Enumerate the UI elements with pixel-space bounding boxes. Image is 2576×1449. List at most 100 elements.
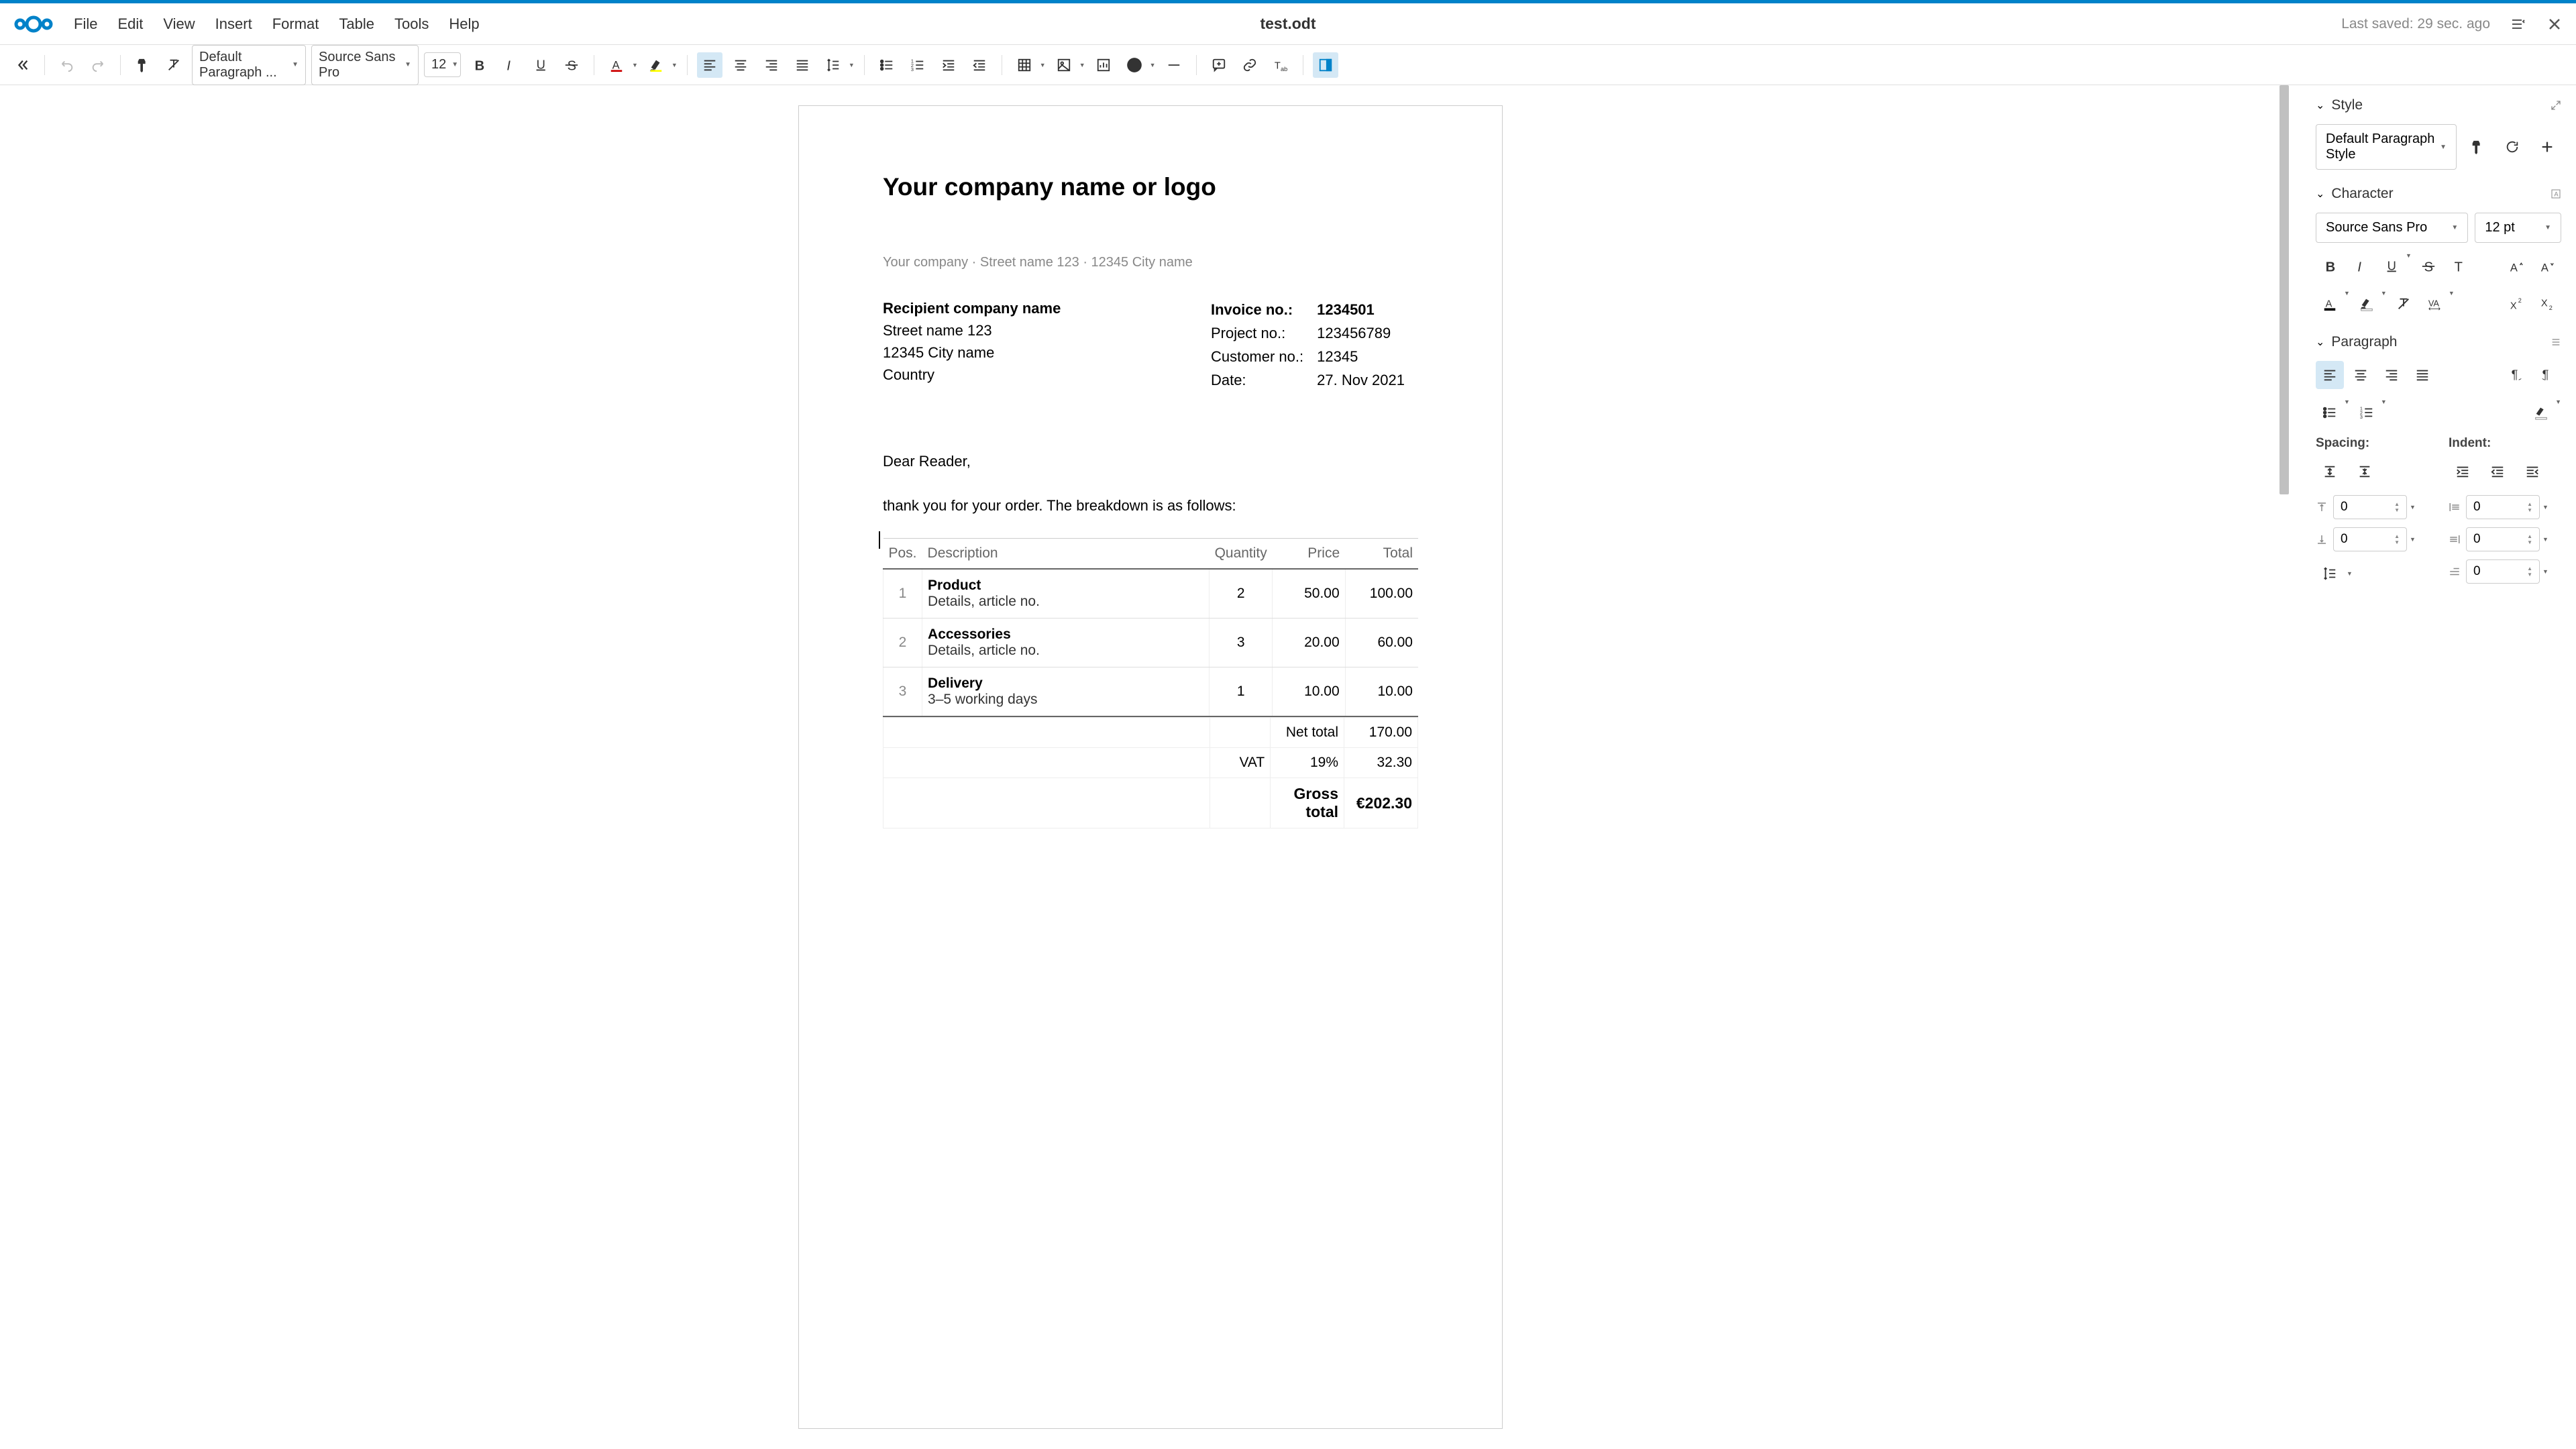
bold-button[interactable]: B [466, 52, 492, 78]
chevron-down-icon[interactable]: ▼ [2555, 398, 2561, 427]
chevron-down-icon[interactable]: ▼ [632, 62, 638, 68]
character-section-header[interactable]: ⌄ Character A [2316, 186, 2561, 202]
align-justify-button[interactable] [790, 52, 815, 78]
clone-formatting-button[interactable] [130, 52, 156, 78]
clear-formatting-button[interactable] [161, 52, 186, 78]
font-size-dropdown[interactable]: 12 ▼ [424, 52, 461, 77]
italic-button[interactable]: I [497, 52, 523, 78]
spinner-controls[interactable]: ▲▼ [2527, 566, 2532, 578]
insert-comment-button[interactable] [1206, 52, 1232, 78]
list-icon[interactable] [2510, 16, 2526, 32]
new-style-button[interactable] [2533, 133, 2561, 161]
align-center-button[interactable] [728, 52, 753, 78]
underline-button[interactable]: U [2377, 252, 2406, 280]
menu-help[interactable]: Help [449, 15, 479, 33]
decrease-indent-button[interactable] [967, 52, 992, 78]
insert-line-button[interactable] [1161, 52, 1187, 78]
align-right-button[interactable] [2377, 361, 2406, 389]
bullet-list-button[interactable] [2316, 398, 2344, 427]
numbered-list-button[interactable]: 123 [2353, 398, 2381, 427]
indent-first-input[interactable]: 0 ▲▼ [2466, 559, 2540, 584]
chevron-down-icon[interactable]: ▼ [2542, 504, 2548, 511]
clone-formatting-button[interactable] [2463, 133, 2491, 161]
paragraph-dialog-icon[interactable] [2551, 337, 2561, 347]
menu-edit[interactable]: Edit [117, 15, 143, 33]
paragraph-style-dropdown[interactable]: Default Paragraph ... ▼ [192, 45, 306, 85]
chevron-down-icon[interactable]: ▼ [849, 62, 855, 68]
spinner-controls[interactable]: ▲▼ [2394, 533, 2400, 545]
italic-button[interactable]: I [2347, 252, 2375, 280]
character-dialog-icon[interactable]: A [2551, 189, 2561, 199]
spacing-above-input[interactable]: 0 ▲▼ [2333, 495, 2407, 519]
highlight-color-button[interactable] [2353, 290, 2381, 318]
ltr-button[interactable]: ¶ [2502, 361, 2530, 389]
character-spacing-button[interactable]: VA [2420, 290, 2449, 318]
chevron-down-icon[interactable]: ▼ [2449, 290, 2455, 318]
highlight-color-button[interactable] [643, 52, 669, 78]
background-color-button[interactable] [2527, 398, 2555, 427]
insert-table-button[interactable] [1012, 52, 1037, 78]
decrease-indent-button[interactable] [2483, 458, 2512, 486]
shrink-font-button[interactable]: A [2533, 252, 2561, 280]
menu-view[interactable]: View [163, 15, 195, 33]
spacing-below-input[interactable]: 0 ▲▼ [2333, 527, 2407, 551]
document-page[interactable]: Your company name or logo Your company ·… [798, 105, 1503, 1429]
align-center-button[interactable] [2347, 361, 2375, 389]
menu-file[interactable]: File [74, 15, 97, 33]
scrollbar-track[interactable] [2279, 85, 2289, 1449]
subscript-button[interactable]: X2 [2533, 290, 2561, 318]
menu-format[interactable]: Format [272, 15, 319, 33]
line-spacing-button[interactable] [820, 52, 846, 78]
font-name-dropdown[interactable]: Source Sans Pro ▼ [311, 45, 419, 85]
chevron-down-icon[interactable]: ▼ [1040, 62, 1046, 68]
clear-formatting-button[interactable] [2390, 290, 2418, 318]
sidebar-toggle-button[interactable] [1313, 52, 1338, 78]
chevron-down-icon[interactable]: ▼ [1079, 62, 1085, 68]
increase-indent-button[interactable] [936, 52, 961, 78]
increase-spacing-button[interactable] [2316, 458, 2344, 486]
font-name-dropdown[interactable]: Source Sans Pro ▼ [2316, 213, 2468, 243]
paragraph-section-header[interactable]: ⌄ Paragraph [2316, 334, 2561, 350]
strikethrough-button[interactable]: S [2414, 252, 2443, 280]
hanging-indent-button[interactable] [2518, 458, 2546, 486]
grow-font-button[interactable]: A [2502, 252, 2530, 280]
expand-icon[interactable] [2551, 100, 2561, 111]
chevron-down-icon[interactable]: ▼ [2344, 398, 2350, 427]
close-icon[interactable] [2546, 16, 2563, 32]
superscript-button[interactable]: X2 [2502, 290, 2530, 318]
font-color-button[interactable]: A [604, 52, 629, 78]
bold-button[interactable]: B [2316, 252, 2344, 280]
undo-button[interactable] [54, 52, 80, 78]
chevron-down-icon[interactable]: ▼ [672, 62, 678, 68]
document-area[interactable]: Your company name or logo Your company ·… [0, 85, 2301, 1449]
clear-formatting-button[interactable]: T [2445, 252, 2473, 280]
font-size-dropdown[interactable]: 12 pt ▼ [2475, 213, 2561, 243]
indent-before-input[interactable]: 0 ▲▼ [2466, 495, 2540, 519]
insert-shape-button[interactable] [1122, 52, 1147, 78]
align-left-button[interactable] [2316, 361, 2344, 389]
paragraph-style-dropdown[interactable]: Default Paragraph Style ▼ [2316, 124, 2457, 170]
align-right-button[interactable] [759, 52, 784, 78]
menu-table[interactable]: Table [339, 15, 374, 33]
strikethrough-button[interactable]: S [559, 52, 584, 78]
chevron-down-icon[interactable]: ▼ [1150, 62, 1156, 68]
decrease-spacing-button[interactable] [2351, 458, 2379, 486]
scrollbar-thumb[interactable] [2279, 85, 2289, 494]
nextcloud-logo[interactable] [13, 14, 54, 34]
align-justify-button[interactable] [2408, 361, 2436, 389]
spinner-controls[interactable]: ▲▼ [2527, 501, 2532, 513]
collapse-left-icon[interactable] [9, 52, 35, 78]
spinner-controls[interactable]: ▲▼ [2394, 501, 2400, 513]
chevron-down-icon[interactable]: ▼ [2406, 252, 2412, 280]
indent-after-input[interactable]: 0 ▲▼ [2466, 527, 2540, 551]
align-left-button[interactable] [697, 52, 722, 78]
rtl-button[interactable]: ¶ [2533, 361, 2561, 389]
chevron-down-icon[interactable]: ▼ [2344, 290, 2350, 318]
chevron-down-icon[interactable]: ▼ [2381, 398, 2387, 427]
menu-insert[interactable]: Insert [215, 15, 252, 33]
bullet-list-button[interactable] [874, 52, 900, 78]
spinner-controls[interactable]: ▲▼ [2527, 533, 2532, 545]
insert-chart-button[interactable] [1091, 52, 1116, 78]
increase-indent-button[interactable] [2449, 458, 2477, 486]
numbered-list-button[interactable]: 123 [905, 52, 930, 78]
